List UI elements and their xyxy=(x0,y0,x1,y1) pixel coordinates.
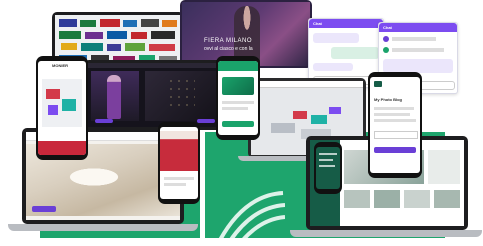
green-card-1 xyxy=(428,150,460,184)
fashion-cta-button[interactable] xyxy=(95,119,113,123)
chat-right-row-2 xyxy=(392,48,444,52)
laptop-fashion-screen xyxy=(84,60,224,130)
phone-map-teal xyxy=(62,99,76,111)
payment-row xyxy=(222,107,248,110)
bed-fold xyxy=(66,162,136,192)
phone-payment-screen xyxy=(218,61,258,135)
green-swoosh-logo xyxy=(215,185,286,243)
banner-subtitle: ovvi al ciasco e con la xyxy=(204,46,253,52)
chat-left-title: Chat xyxy=(313,21,322,26)
fashion-nav-bar xyxy=(87,63,221,68)
phone-green-screen xyxy=(316,147,340,189)
phone-blog-title: My Photo Blog xyxy=(374,97,402,102)
map-header xyxy=(251,81,363,88)
phone-fashion-image xyxy=(160,131,198,171)
fashion-model xyxy=(107,75,121,119)
map-block-red xyxy=(293,111,307,119)
fashion-site-screen xyxy=(87,63,221,127)
blog-text-row xyxy=(374,113,410,116)
phone-map-app: MONIER xyxy=(36,56,88,160)
phone-fashion-app xyxy=(158,122,200,204)
phone-green-menu xyxy=(319,153,337,155)
chat-left-bubble-3 xyxy=(313,63,353,71)
phone-blog-screen: My Photo Blog xyxy=(370,77,420,173)
pay-button[interactable] xyxy=(222,121,254,127)
map-block-purple xyxy=(329,107,341,114)
chat-left-bubble-2 xyxy=(331,47,379,59)
green-thumb-1 xyxy=(344,190,370,208)
phone-fashion-row xyxy=(164,177,194,180)
blog-text-row xyxy=(374,119,416,122)
jewelry-image xyxy=(167,77,195,111)
blog-logo-icon xyxy=(374,81,382,87)
phone-green-app xyxy=(314,142,342,194)
phone-photo-blog: My Photo Blog xyxy=(368,72,422,178)
phone-green-menu xyxy=(319,165,335,167)
phone-map-red xyxy=(46,89,60,99)
phone-fashion-row xyxy=(164,183,186,186)
green-thumb-2 xyxy=(374,190,400,208)
payment-card xyxy=(222,77,254,95)
chat-right-bubble xyxy=(383,59,453,73)
phone-payment-app xyxy=(216,56,260,140)
phone-fashion-screen xyxy=(160,127,198,199)
chat-right-row-1 xyxy=(392,37,436,41)
phone-map-footer xyxy=(38,141,86,155)
laptop-green-base xyxy=(290,230,482,237)
phone-left-title: MONIER xyxy=(52,63,68,68)
map-block-teal xyxy=(311,115,327,124)
blog-submit-button[interactable] xyxy=(374,147,416,153)
bed-cta-button[interactable] xyxy=(32,206,56,212)
chat-right-title: Chat xyxy=(383,25,392,30)
phone-map-purple xyxy=(48,105,58,115)
map-block-grey xyxy=(271,123,295,133)
green-thumb-3 xyxy=(404,190,430,208)
blog-input[interactable] xyxy=(374,131,418,139)
chat-left-bubble-1 xyxy=(313,33,359,43)
phone-map-screen: MONIER xyxy=(38,61,86,155)
avatar xyxy=(383,36,389,42)
payment-header xyxy=(218,61,258,71)
banner-title: FIERA MILANO xyxy=(204,38,253,44)
laptop-bed-base xyxy=(8,224,198,231)
phone-green-menu xyxy=(319,159,333,161)
green-thumb-4 xyxy=(434,190,460,208)
payment-row xyxy=(222,101,254,104)
blog-text-row xyxy=(374,107,414,110)
fashion-cta-button-2[interactable] xyxy=(197,119,215,123)
avatar xyxy=(383,47,389,53)
